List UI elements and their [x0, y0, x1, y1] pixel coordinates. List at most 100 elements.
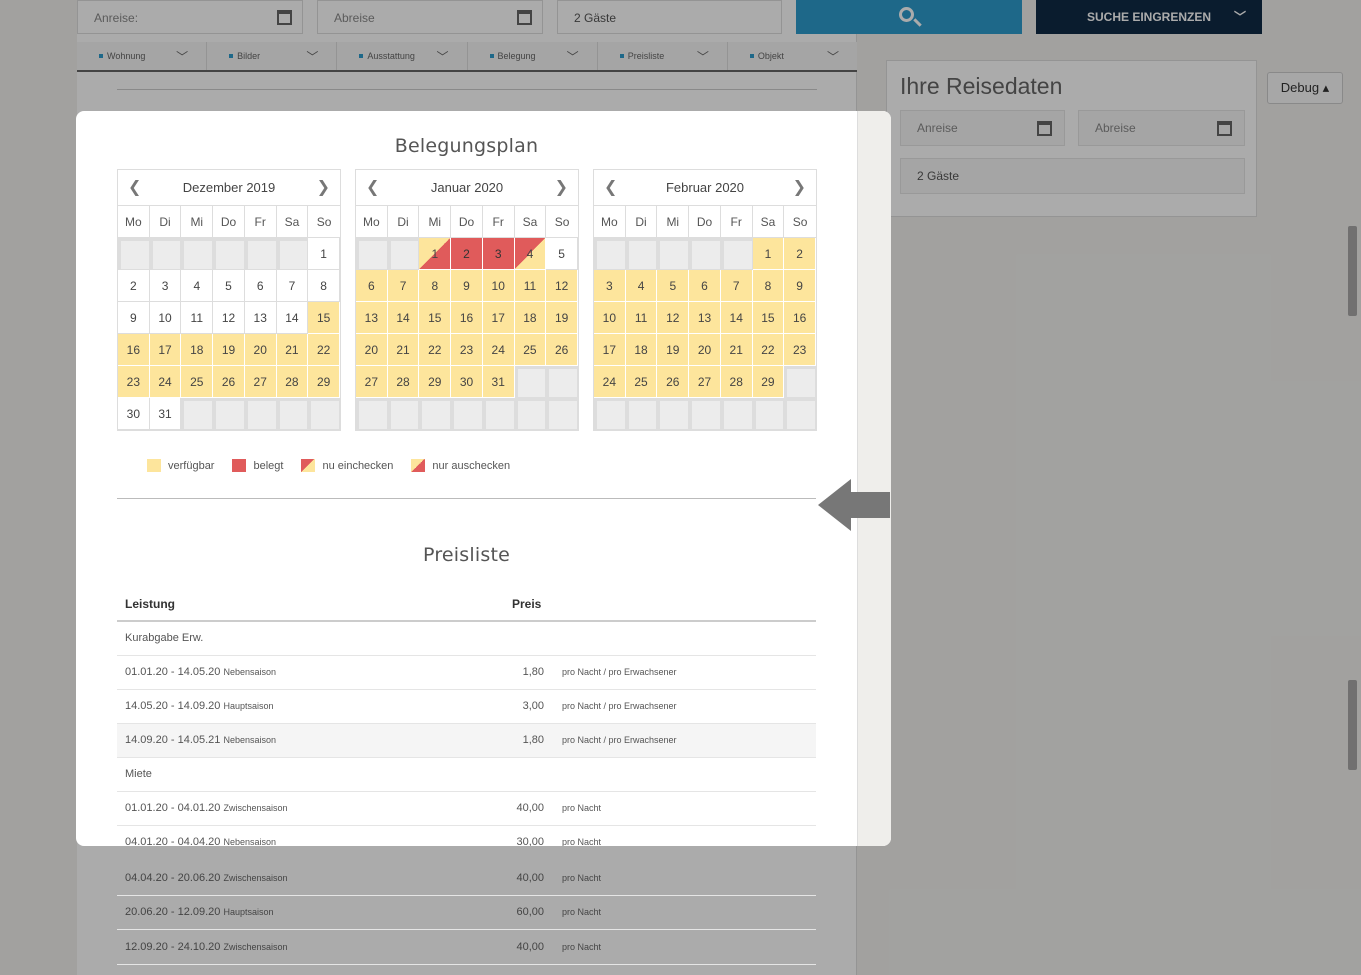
calendar-day[interactable]: 23: [451, 334, 483, 366]
calendar-day[interactable]: 24: [149, 366, 182, 398]
calendar-day[interactable]: 21: [387, 334, 420, 366]
calendar-day[interactable]: 18: [625, 334, 658, 366]
calendar-day[interactable]: 20: [244, 334, 277, 366]
calendar-day[interactable]: 7: [276, 270, 309, 302]
calendar-day[interactable]: 1: [752, 238, 785, 270]
calendar-day[interactable]: 3: [482, 238, 515, 270]
calendar-day[interactable]: 24: [594, 366, 626, 398]
calendar-day[interactable]: 22: [308, 334, 340, 366]
calendar-day[interactable]: 3: [149, 270, 182, 302]
calendar-day[interactable]: 11: [625, 302, 658, 334]
calendar-day[interactable]: 27: [356, 366, 388, 398]
calendar-day[interactable]: 29: [752, 366, 785, 398]
calendar-day[interactable]: 20: [356, 334, 388, 366]
calendar-day[interactable]: 18: [181, 334, 214, 366]
calendar-day[interactable]: 10: [482, 270, 515, 302]
calendar-day[interactable]: 17: [149, 334, 182, 366]
calendar-day[interactable]: 13: [689, 302, 721, 334]
calendar-day[interactable]: 6: [689, 270, 721, 302]
calendar-day[interactable]: 3: [594, 270, 626, 302]
calendar-day[interactable]: 16: [784, 302, 816, 334]
calendar-day[interactable]: 2: [784, 238, 816, 270]
chevron-right-icon[interactable]: ❯: [555, 170, 568, 206]
calendar-day[interactable]: 19: [657, 334, 690, 366]
calendar-day[interactable]: 17: [482, 302, 515, 334]
calendar-day[interactable]: 19: [546, 302, 578, 334]
calendar-day[interactable]: 15: [419, 302, 452, 334]
calendar-day[interactable]: 21: [720, 334, 753, 366]
calendar-day[interactable]: 2: [118, 270, 150, 302]
calendar-day[interactable]: 9: [118, 302, 150, 334]
calendar-day[interactable]: 10: [594, 302, 626, 334]
calendar-day[interactable]: 15: [308, 302, 340, 334]
calendar-day[interactable]: 19: [213, 334, 245, 366]
calendar-day[interactable]: 4: [181, 270, 214, 302]
calendar-day[interactable]: 8: [752, 270, 785, 302]
calendar-day[interactable]: 14: [720, 302, 753, 334]
calendar-day[interactable]: 25: [625, 366, 658, 398]
calendar-day[interactable]: 11: [514, 270, 547, 302]
calendar-day[interactable]: 17: [594, 334, 626, 366]
calendar-day[interactable]: 15: [752, 302, 785, 334]
calendar-day[interactable]: 9: [784, 270, 816, 302]
calendar-day[interactable]: 31: [482, 366, 515, 398]
calendar-day[interactable]: 23: [784, 334, 816, 366]
period-cell: 12.09.20 - 24.10.20 Zwischensaison: [117, 930, 512, 965]
calendar-day[interactable]: 28: [276, 366, 309, 398]
calendar-day[interactable]: 26: [657, 366, 690, 398]
calendar-day[interactable]: 23: [118, 366, 150, 398]
calendar-day[interactable]: 16: [118, 334, 150, 366]
chevron-left-icon[interactable]: ❮: [128, 170, 141, 206]
calendar-day[interactable]: 7: [720, 270, 753, 302]
calendar-day[interactable]: 4: [625, 270, 658, 302]
calendar-day[interactable]: 11: [181, 302, 214, 334]
calendar-day[interactable]: 7: [387, 270, 420, 302]
calendar-day[interactable]: 22: [752, 334, 785, 366]
calendar-day[interactable]: 8: [419, 270, 452, 302]
calendar-day[interactable]: 6: [356, 270, 388, 302]
calendar-day[interactable]: 26: [546, 334, 578, 366]
calendar-day[interactable]: 4: [514, 238, 547, 270]
calendar-day[interactable]: 20: [689, 334, 721, 366]
calendar-day[interactable]: 25: [181, 366, 214, 398]
calendar-day[interactable]: 29: [308, 366, 340, 398]
calendar-day[interactable]: 6: [244, 270, 277, 302]
chevron-left-icon[interactable]: ❮: [604, 170, 617, 206]
calendar-day[interactable]: 30: [451, 366, 483, 398]
calendar-day[interactable]: 27: [244, 366, 277, 398]
calendar-day[interactable]: 2: [451, 238, 483, 270]
calendar-day[interactable]: 28: [387, 366, 420, 398]
calendar-day[interactable]: 13: [356, 302, 388, 334]
calendar-day[interactable]: 12: [546, 270, 578, 302]
calendar-day[interactable]: 12: [657, 302, 690, 334]
arrow-left-icon[interactable]: [818, 479, 890, 531]
calendar-day[interactable]: 27: [689, 366, 721, 398]
calendar-day[interactable]: 13: [244, 302, 277, 334]
calendar-day[interactable]: 14: [387, 302, 420, 334]
calendar-day[interactable]: 22: [419, 334, 452, 366]
calendar-day[interactable]: 30: [118, 398, 150, 430]
calendar-day[interactable]: 21: [276, 334, 309, 366]
calendar-empty-cell: [419, 398, 452, 430]
calendar-day[interactable]: 1: [308, 238, 340, 270]
calendar-day[interactable]: 8: [308, 270, 340, 302]
calendar-day[interactable]: 5: [546, 238, 578, 270]
calendar-day[interactable]: 12: [213, 302, 245, 334]
chevron-left-icon[interactable]: ❮: [366, 170, 379, 206]
calendar-day[interactable]: 5: [657, 270, 690, 302]
calendar-day[interactable]: 9: [451, 270, 483, 302]
calendar-day[interactable]: 26: [213, 366, 245, 398]
chevron-right-icon[interactable]: ❯: [317, 170, 330, 206]
calendar-day[interactable]: 28: [720, 366, 753, 398]
calendar-day[interactable]: 18: [514, 302, 547, 334]
calendar-day[interactable]: 1: [419, 238, 452, 270]
calendar-day[interactable]: 10: [149, 302, 182, 334]
calendar-day[interactable]: 25: [514, 334, 547, 366]
calendar-day[interactable]: 14: [276, 302, 309, 334]
calendar-day[interactable]: 24: [482, 334, 515, 366]
calendar-day[interactable]: 29: [419, 366, 452, 398]
chevron-right-icon[interactable]: ❯: [793, 170, 806, 206]
calendar-day[interactable]: 5: [213, 270, 245, 302]
calendar-day[interactable]: 16: [451, 302, 483, 334]
calendar-day[interactable]: 31: [149, 398, 182, 430]
